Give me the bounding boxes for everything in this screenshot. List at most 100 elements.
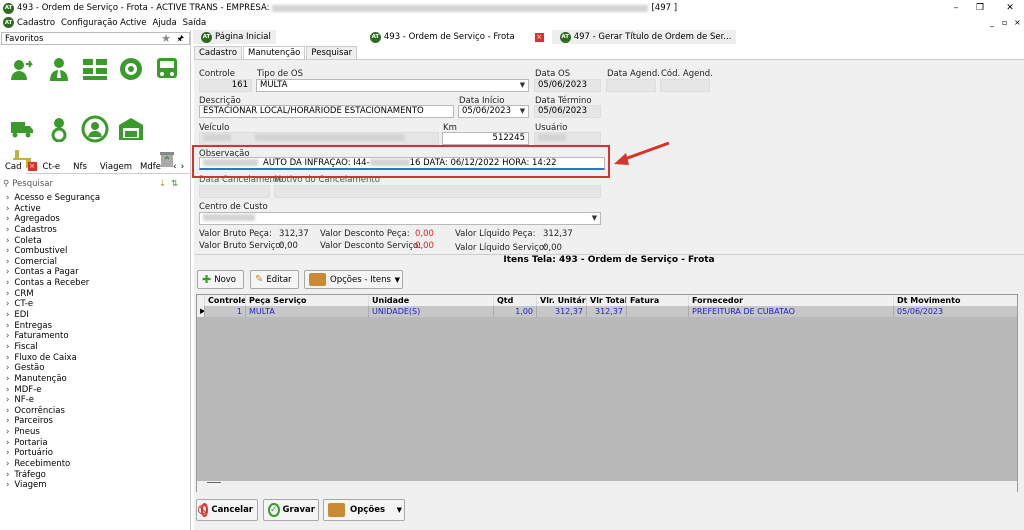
sidebar-tree-item[interactable]: Entregas bbox=[0, 321, 190, 332]
sidebar-search[interactable]: ⚲ Pesquisar ⇣ ⇅ bbox=[1, 177, 181, 190]
sidebar-tab-viagem[interactable]: Viagem bbox=[91, 160, 136, 174]
col-unidade[interactable]: Unidade bbox=[369, 295, 494, 306]
favorite-driver-wheel-icon[interactable] bbox=[80, 114, 110, 144]
subtab-cadastro[interactable]: Cadastro bbox=[194, 46, 243, 59]
subtab-manutencao[interactable]: Manutenção bbox=[243, 46, 306, 59]
cell-total[interactable]: 312,37 bbox=[587, 306, 627, 317]
col-vlr-unitario[interactable]: Vlr. Unitário bbox=[537, 295, 587, 306]
favorites-header[interactable]: Favoritos ★ 🖈 bbox=[1, 32, 190, 45]
sidebar-tree-item[interactable]: Active bbox=[0, 204, 190, 215]
cell-peca[interactable]: MULTA bbox=[246, 306, 369, 317]
chevron-down-icon[interactable]: ▼ bbox=[590, 214, 599, 223]
sidebar-tab-nfs[interactable]: Nfs bbox=[64, 160, 91, 174]
chevron-down-icon[interactable]: ▼ bbox=[518, 107, 527, 116]
sidebar-tree-item[interactable]: Acesso e Segurança bbox=[0, 193, 190, 204]
sidebar-tree-item[interactable]: Parceiros bbox=[0, 416, 190, 427]
sidebar-tree-item[interactable]: Faturamento bbox=[0, 331, 190, 342]
col-peca-servico[interactable]: Peça Serviço bbox=[246, 295, 369, 306]
data-inicio-input[interactable]: 05/06/2023 ▼ bbox=[458, 105, 529, 118]
sidebar-tree-item[interactable]: CT-e bbox=[0, 299, 190, 310]
sidebar-tree-item[interactable]: Coleta bbox=[0, 236, 190, 247]
editar-button[interactable]: ✎ Editar bbox=[250, 270, 299, 289]
sidebar-tree-item[interactable]: Portuário bbox=[0, 448, 190, 459]
sidebar-tab-cte[interactable]: Ct-e bbox=[39, 160, 65, 174]
chevron-down-icon[interactable]: ▼ bbox=[395, 276, 400, 284]
mdi-minimize-button[interactable]: _ bbox=[990, 18, 994, 27]
favorite-wheel-icon[interactable] bbox=[116, 54, 146, 84]
restore-button[interactable]: ❐ bbox=[966, 0, 994, 16]
sidebar-tree-item[interactable]: Viagem bbox=[0, 480, 190, 491]
sidebar-tab-mdfe[interactable]: Mdfe bbox=[136, 160, 165, 174]
menu-saida[interactable]: Saída bbox=[183, 18, 207, 28]
tabs-scroll-right-icon[interactable]: › bbox=[181, 162, 185, 172]
sidebar-tree-item[interactable]: Combustivel bbox=[0, 246, 190, 257]
sidebar-tree-item[interactable]: Fiscal bbox=[0, 342, 190, 353]
favorite-employee-icon[interactable] bbox=[44, 54, 74, 84]
close-button[interactable]: ✕ bbox=[996, 0, 1024, 16]
sidebar-tree-item[interactable]: Fluxo de Caixa bbox=[0, 353, 190, 364]
cell-unidade[interactable]: UNIDADE(S) bbox=[369, 306, 494, 317]
cell-qtd[interactable]: 1,00 bbox=[494, 306, 537, 317]
close-icon[interactable]: × bbox=[27, 162, 37, 171]
col-controle[interactable]: Controle bbox=[205, 295, 246, 306]
col-fornecedor[interactable]: Fornecedor bbox=[689, 295, 894, 306]
sidebar-tree-item[interactable]: CRM bbox=[0, 289, 190, 300]
star-icon[interactable]: ★ bbox=[161, 32, 171, 45]
chevron-down-icon[interactable]: ▼ bbox=[518, 81, 527, 90]
favorite-fleet-icon[interactable] bbox=[80, 54, 110, 84]
sidebar-tree-item[interactable]: Agregados bbox=[0, 214, 190, 225]
tab-ordem-servico[interactable]: AT 493 - Ordem de Serviço - Frota × bbox=[361, 30, 551, 44]
col-qtd[interactable]: Qtd bbox=[494, 295, 537, 306]
tipo-os-select[interactable]: MULTA ▼ bbox=[256, 79, 529, 92]
sidebar-tree-item[interactable]: Contas a Receber bbox=[0, 278, 190, 289]
subtab-pesquisar[interactable]: Pesquisar bbox=[306, 46, 358, 59]
centro-custo-select[interactable]: ▼ bbox=[199, 212, 601, 225]
cell-dt-movimento[interactable]: 05/06/2023 bbox=[894, 306, 1017, 317]
pin-icon[interactable]: 🖈 bbox=[177, 33, 184, 47]
opcoes-itens-button[interactable]: Opções - Itens ▼ bbox=[304, 270, 403, 289]
sort-icon[interactable]: ⇣ bbox=[159, 179, 166, 189]
favorite-driver-icon[interactable] bbox=[44, 114, 74, 144]
tab-gerar-titulo[interactable]: AT 497 - Gerar Título de Ordem de Ser... bbox=[551, 30, 737, 44]
favorite-truck-icon[interactable] bbox=[7, 114, 37, 144]
sidebar-tree-item[interactable]: Pneus bbox=[0, 427, 190, 438]
sidebar-tree-item[interactable]: Gestão bbox=[0, 363, 190, 374]
km-input[interactable]: 512245 bbox=[442, 132, 529, 145]
cell-fatura[interactable] bbox=[627, 306, 689, 317]
sidebar-tree-item[interactable]: Ocorrências bbox=[0, 406, 190, 417]
gravar-button[interactable]: ✓ Gravar bbox=[263, 499, 319, 521]
sidebar-tree-item[interactable]: Cadastros bbox=[0, 225, 190, 236]
cell-fornecedor[interactable]: PREFEITURA DE CUBATAO bbox=[689, 306, 894, 317]
opcoes-button[interactable]: Opções ▼ bbox=[323, 499, 405, 521]
mdi-restore-button[interactable]: ▫ bbox=[1002, 18, 1007, 27]
novo-button[interactable]: ✚ Novo bbox=[197, 270, 244, 289]
sidebar-tree-item[interactable]: Recebimento bbox=[0, 459, 190, 470]
sidebar-tab-cad[interactable]: Cad bbox=[1, 159, 26, 174]
sidebar-tree-item[interactable]: Comercial bbox=[0, 257, 190, 268]
menu-configuracao[interactable]: Configuração Active bbox=[61, 18, 146, 28]
sidebar-tree-item[interactable]: Manutenção bbox=[0, 374, 190, 385]
search-input[interactable]: Pesquisar bbox=[12, 179, 53, 189]
col-vlr-total[interactable]: Vlr Total bbox=[587, 295, 627, 306]
sidebar-tree-item[interactable]: NF-e bbox=[0, 395, 190, 406]
favorite-bus-icon[interactable] bbox=[152, 54, 182, 84]
filter-icon[interactable]: ⇅ bbox=[171, 179, 178, 189]
sidebar-tree-item[interactable]: EDI bbox=[0, 310, 190, 321]
cell-unitario[interactable]: 312,37 bbox=[537, 306, 587, 317]
col-dt-movimento[interactable]: Dt Movimento bbox=[894, 295, 1017, 306]
descricao-input[interactable]: ESTACIONAR LOCAL/HORARIODE ESTACIONAMENT… bbox=[199, 105, 454, 118]
table-row[interactable]: ▶ 1 MULTA UNIDADE(S) 1,00 312,37 312,37 … bbox=[197, 306, 1017, 317]
sidebar-tree-item[interactable]: MDF-e bbox=[0, 385, 190, 396]
favorite-garage-icon[interactable] bbox=[116, 114, 146, 144]
cell-controle[interactable]: 1 bbox=[205, 306, 246, 317]
menu-ajuda[interactable]: Ajuda bbox=[152, 18, 176, 28]
tab-pagina-inicial[interactable]: AT Página Inicial bbox=[193, 30, 276, 44]
sidebar-tree-item[interactable]: Tráfego bbox=[0, 470, 190, 481]
tabs-scroll-left-icon[interactable]: ‹ bbox=[173, 162, 177, 172]
mdi-close-button[interactable]: × bbox=[1014, 18, 1021, 27]
close-icon[interactable]: × bbox=[534, 32, 544, 42]
favorite-user-forward-icon[interactable] bbox=[7, 54, 37, 84]
chevron-down-icon[interactable]: ▼ bbox=[397, 506, 402, 514]
menu-cadastro[interactable]: Cadastro bbox=[17, 18, 55, 28]
col-fatura[interactable]: Fatura bbox=[627, 295, 689, 306]
